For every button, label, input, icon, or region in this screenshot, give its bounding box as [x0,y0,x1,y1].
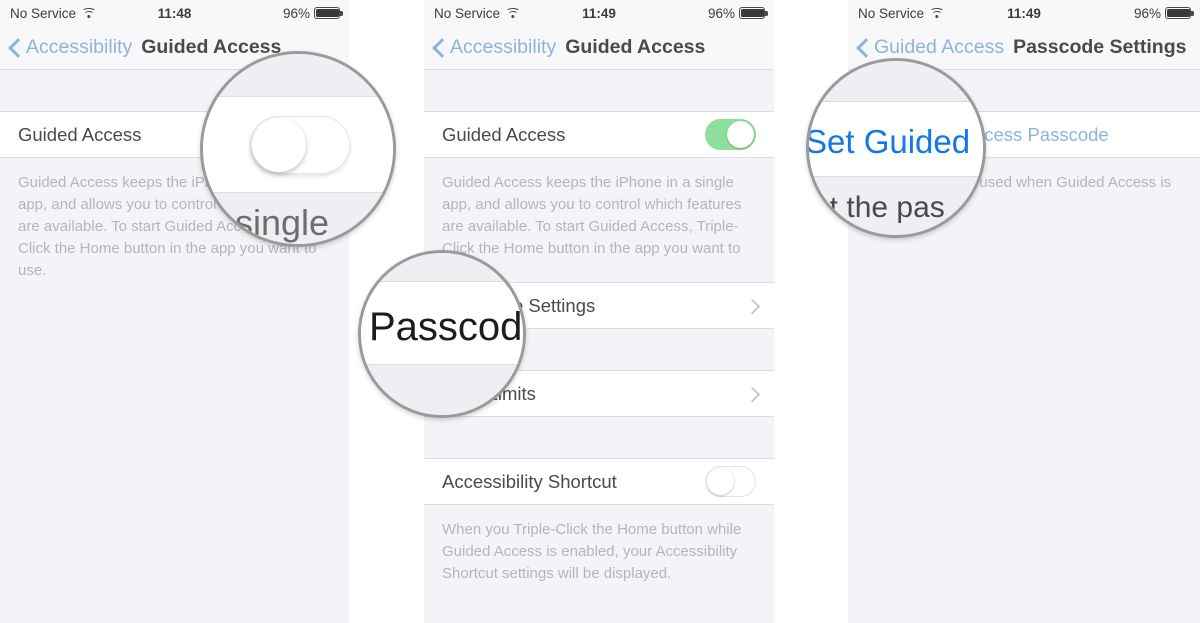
magnified-word: single [235,202,330,243]
row-label: Accessibility Shortcut [442,470,617,492]
magnifier-content: single [203,54,393,244]
section-gap [424,70,774,111]
battery-icon [739,7,768,19]
section-gap [424,417,774,458]
back-chevron-icon[interactable] [9,38,20,57]
status-bar: No Service 11:49 96% [424,0,774,26]
magnifier-content: Set Guided et the pas [809,61,983,235]
page-title: Passcode Settings [1013,36,1187,58]
nav-bar: Accessibility Guided Access [424,26,774,70]
chevron-right-icon [747,386,756,402]
accessibility-shortcut-toggle[interactable] [705,466,756,497]
back-chevron-icon[interactable] [857,38,868,57]
guided-access-toggle[interactable] [705,119,756,150]
status-bar: No Service 11:49 96% [848,0,1200,26]
back-button-label[interactable]: Accessibility [26,36,132,59]
status-bar: No Service 11:48 96% [0,0,349,26]
battery-percent: 96% [1133,5,1161,21]
back-button-label[interactable]: Accessibility [450,36,556,59]
accessibility-shortcut-footnote: When you Triple-Click the Home button wh… [424,505,774,601]
back-button-label[interactable]: Guided Access [874,36,1004,59]
mag-gray-band [203,54,393,96]
page-title: Guided Access [565,36,706,58]
magnifier-set-passcode-link: Set Guided et the pas [806,58,986,238]
back-chevron-icon[interactable] [433,38,444,57]
row-label: Guided Access [442,123,566,145]
magnified-footnote-text: et the pas [813,191,945,224]
magnifier-content: Passcode [361,253,523,415]
chevron-right-icon [747,298,756,314]
magnifier-guided-access-toggle: single [200,51,396,247]
mag-gray-band [361,253,523,281]
battery-icon [1165,7,1194,19]
row-accessibility-shortcut[interactable]: Accessibility Shortcut [424,458,774,505]
battery-icon [314,7,343,19]
mag-gray-band [361,365,523,415]
magnified-toggle-off[interactable] [250,116,350,174]
battery-percent: 96% [282,5,310,21]
battery-percent: 96% [707,5,735,21]
screenshot-stage: No Service 11:48 96% Accessibility Guide… [0,0,1200,623]
magnified-word: Passcode [369,305,523,349]
magnifier-passcode-settings: Passcode [358,250,526,418]
status-right: 96% [707,5,768,21]
row-guided-access[interactable]: Guided Access [424,111,774,158]
magnified-link-text[interactable]: Set Guided [809,123,970,161]
status-right: 96% [1133,5,1194,21]
mag-gray-band [809,61,983,101]
status-right: 96% [282,5,343,21]
